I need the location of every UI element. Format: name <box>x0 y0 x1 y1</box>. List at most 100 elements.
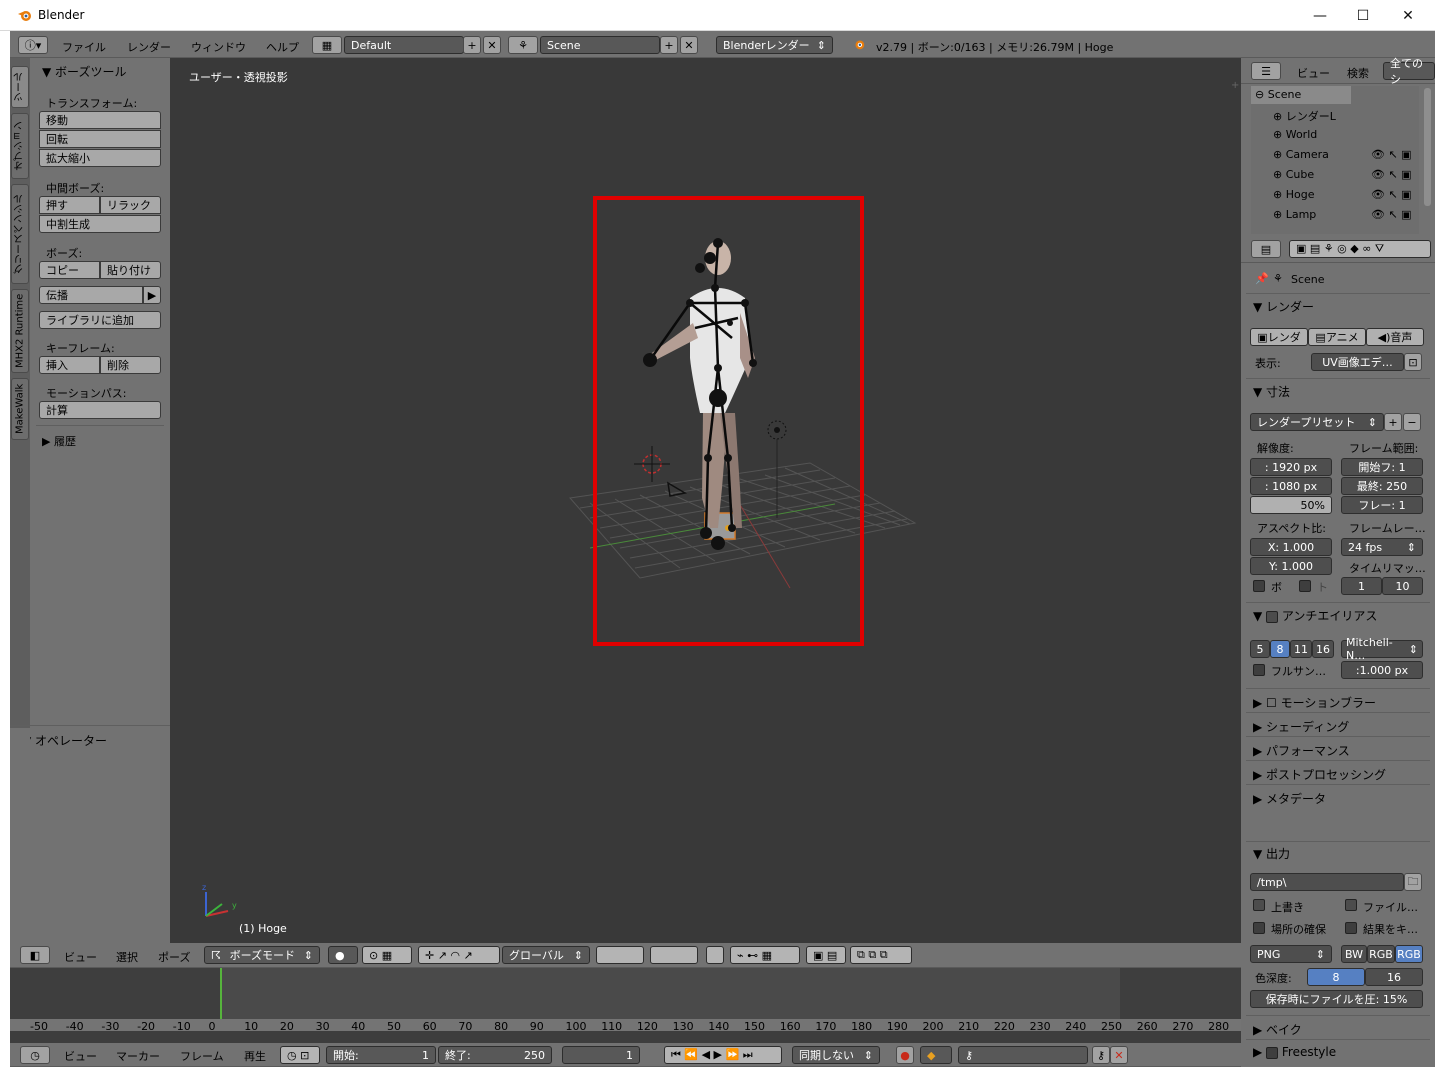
paste-pose-button[interactable]: 貼り付け <box>100 261 161 279</box>
pin-icon[interactable]: 📌 <box>1255 272 1269 285</box>
antialiasing-panel-header[interactable]: ▼ アンチエイリアス <box>1253 607 1377 624</box>
menu-view[interactable]: ビュー <box>64 949 97 965</box>
3d-viewport[interactable]: ユーザー・透視投影 z y (1) Hoge + <box>170 58 1241 943</box>
pivot-select[interactable]: ⊙ ▦ <box>362 946 412 964</box>
expand-icon[interactable]: ⊖ <box>1255 88 1268 101</box>
antialiasing-checkbox[interactable] <box>1266 610 1279 623</box>
outliner-editor-type[interactable]: ☰ <box>1251 62 1281 80</box>
rotate-button[interactable]: 回転 <box>39 130 161 148</box>
expand-icon[interactable]: ⊕ <box>1273 188 1286 201</box>
breakdown-button[interactable]: 中割生成 <box>39 215 161 233</box>
menu-file[interactable]: ファイル <box>62 39 106 55</box>
mode-select[interactable]: ☈ ボーズモード ⇕ <box>204 946 320 964</box>
copy-paste-pose-buttons[interactable]: ⧉ ⧉ ⧉ <box>850 946 912 964</box>
outliner-item[interactable]: ⊕ Camera 👁 ↖ ▣ <box>1273 148 1412 161</box>
keying-button[interactable]: ◆ <box>920 1046 952 1064</box>
collapsed-panel-header[interactable]: ▶ メタデータ <box>1253 790 1326 807</box>
outliner-menu-view[interactable]: ビュー <box>1297 65 1330 81</box>
fps-select[interactable]: 24 fps ⇕ <box>1341 538 1423 556</box>
overwrite-checkbox[interactable] <box>1253 899 1265 911</box>
menu-render[interactable]: レンダー <box>127 39 171 55</box>
placeholders-checkbox[interactable] <box>1253 922 1265 934</box>
render-panel-header[interactable]: ▼ レンダー <box>1253 298 1314 315</box>
filter-size-field[interactable]: :1.000 px <box>1341 661 1423 679</box>
timeline-area[interactable]: -50 -40 -30 -20 -10 0 10 20 30 40 50 60 70 80 90 100 110… <box>10 968 1241 1033</box>
properties-context-tabs[interactable]: ▣ ▤ ⚘ ◎ ◆ ∞ ⛛ <box>1289 240 1431 258</box>
relax-button[interactable]: リラック <box>100 196 161 214</box>
menu-help[interactable]: ヘルプ <box>266 39 299 55</box>
outliner-item[interactable]: ⊕ World <box>1273 128 1317 141</box>
expand-icon[interactable]: ⊕ <box>1273 208 1286 221</box>
tab-tools[interactable]: ツール <box>11 66 29 108</box>
visibility-icons[interactable]: 👁 ↖ ▣ <box>1371 148 1412 161</box>
editor-type-button[interactable]: ⓘ▾ <box>18 36 48 54</box>
bake-panel-header[interactable]: ▶ ベイク <box>1253 1021 1302 1038</box>
outliner-item[interactable]: ⊖ Scene <box>1255 88 1301 101</box>
scene-selector-button[interactable]: ⚘ <box>508 36 538 54</box>
resolution-percent-field[interactable]: 50% <box>1250 496 1332 514</box>
tab-grease-pencil[interactable]: グリースペンシル <box>11 184 29 284</box>
layout-name-field[interactable]: Default <box>344 36 464 54</box>
manipulator-buttons[interactable]: ✛ ↗ ◠ ↗ <box>418 946 500 964</box>
collapsed-panel-header[interactable]: ▶ ポストプロセッシング <box>1253 766 1386 783</box>
frame-start-field[interactable]: 開始フ: 1 <box>1341 458 1423 476</box>
collapsed-panel-header[interactable]: ▶ パフォーマンス <box>1253 742 1350 759</box>
outliner-item[interactable]: ⊕ Hoge 👁 ↖ ▣ <box>1273 188 1412 201</box>
remap-new-field[interactable]: 10 <box>1382 577 1423 595</box>
minimize-button[interactable]: — <box>1297 0 1343 31</box>
aa-5-button[interactable]: 5 <box>1250 640 1270 658</box>
outliner-item[interactable]: ⊕ Lamp 👁 ↖ ▣ <box>1273 208 1412 221</box>
menu-pose[interactable]: ポーズ <box>158 949 190 965</box>
sync-select[interactable]: 同期しない ⇕ <box>792 1046 880 1064</box>
keying-set-field[interactable]: ⚷ <box>958 1046 1088 1064</box>
rgba-button[interactable]: RGB <box>1395 945 1423 963</box>
layer-lock-icon[interactable] <box>706 946 724 964</box>
expand-icon[interactable]: ⊕ <box>1273 148 1286 161</box>
menu-window[interactable]: ウィンドウ <box>191 39 246 55</box>
remove-layout-button[interactable]: ✕ <box>483 36 501 54</box>
tab-mhx2[interactable]: MHX2 Runtime <box>11 289 29 373</box>
render-preset-select[interactable]: レンダープリセット ⇕ <box>1250 413 1384 431</box>
aspect-y-field[interactable]: Y: 1.000 <box>1250 557 1332 575</box>
outliner-menu-search[interactable]: 検索 <box>1347 65 1369 81</box>
orientation-select[interactable]: グローバル ⇕ <box>502 946 590 964</box>
record-button[interactable]: ● <box>896 1046 914 1064</box>
depth-8-button[interactable]: 8 <box>1307 968 1365 986</box>
expand-icon[interactable]: ⊕ <box>1273 128 1286 141</box>
delete-keyframe-button[interactable]: 削除 <box>100 356 161 374</box>
frame-step-field[interactable]: フレー: 1 <box>1341 496 1423 514</box>
output-path-field[interactable]: /tmp\ <box>1250 873 1404 891</box>
push-button[interactable]: 押す <box>39 196 100 214</box>
translate-button[interactable]: 移動 <box>39 111 161 129</box>
preview-range-buttons[interactable]: ◷ ⊡ <box>280 1046 320 1064</box>
visibility-icons[interactable]: 👁 ↖ ▣ <box>1371 188 1412 201</box>
layers-group-2[interactable] <box>650 946 698 964</box>
aspect-x-field[interactable]: X: 1.000 <box>1250 538 1332 556</box>
tab-makewalk[interactable]: MakeWalk <box>11 378 29 440</box>
end-frame-field[interactable]: 終了: 250 <box>438 1046 552 1064</box>
outliner-scrollbar[interactable] <box>1424 88 1431 206</box>
expand-icon[interactable]: ⊕ <box>1273 168 1286 181</box>
timeline-menu-playback[interactable]: 再生 <box>244 1048 266 1064</box>
delete-key-button[interactable]: ✕ <box>1110 1046 1128 1064</box>
file-extensions-checkbox[interactable] <box>1345 899 1357 911</box>
current-frame-line[interactable] <box>220 968 222 1020</box>
properties-editor-type[interactable]: ▤ <box>1251 240 1281 258</box>
insert-keyframe-button[interactable]: 挿入 <box>39 356 100 374</box>
visibility-icons[interactable]: 👁 ↖ ▣ <box>1371 168 1412 181</box>
operator-panel-header[interactable]: ▼ オペレーター <box>22 732 107 749</box>
crop-checkbox[interactable] <box>1299 580 1311 592</box>
layers-group-1[interactable] <box>596 946 644 964</box>
aa-filter-select[interactable]: Mitchell-N… ⇕ <box>1341 636 1423 662</box>
shading-select[interactable]: ● <box>328 946 358 964</box>
outliner-item[interactable]: ⊕ Cube 👁 ↖ ▣ <box>1273 168 1412 181</box>
resolution-x-field[interactable]: : 1920 px <box>1250 458 1332 476</box>
render-buttons[interactable]: ▣ ▤ <box>806 946 846 964</box>
history-panel-header[interactable]: ▶ 履歴 <box>42 433 76 449</box>
maximize-button[interactable]: ☐ <box>1340 0 1386 31</box>
full-sample-checkbox[interactable] <box>1253 664 1265 676</box>
audio-button[interactable]: ◀) 音声 <box>1366 328 1424 346</box>
current-frame-field[interactable]: 1 <box>562 1046 640 1064</box>
aa-16-button[interactable]: 16 <box>1312 640 1334 658</box>
lock-interface-button[interactable]: ⊡ <box>1404 353 1422 371</box>
